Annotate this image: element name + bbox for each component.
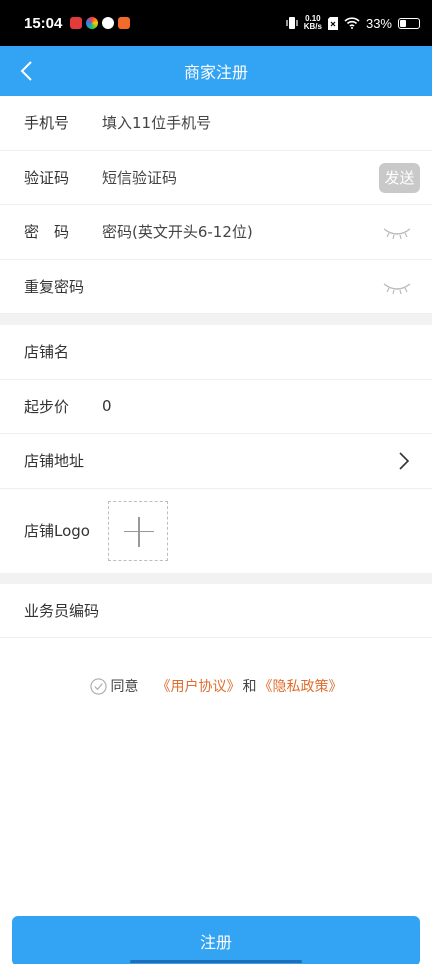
section-divider: [0, 572, 432, 584]
home-indicator: [130, 960, 302, 963]
user-agreement-link[interactable]: 《用户协议》: [157, 676, 241, 696]
wifi-icon: [344, 17, 360, 29]
agree-text: 同意: [110, 679, 139, 695]
shop-address-label: 店铺地址: [24, 452, 85, 471]
chevron-left-icon[interactable]: [18, 60, 38, 82]
start-price-row: 起步价 0: [0, 379, 432, 434]
section-divider: [0, 314, 432, 325]
battery-icon: [398, 17, 420, 29]
app-icon: [70, 17, 83, 29]
network-speed: 0.10 KB/s: [304, 15, 322, 31]
status-bar: 15:04 0.10 KB/s 33%: [0, 0, 432, 46]
vibrate-icon: [286, 17, 298, 29]
battery-percent: 33%: [365, 15, 392, 31]
notification-icons: [70, 17, 131, 29]
app-icon: [118, 17, 131, 29]
salesman-label: 业务员编码: [24, 601, 100, 620]
check-circle-icon[interactable]: [89, 677, 107, 695]
privacy-policy-link[interactable]: 《隐私政策》: [259, 676, 343, 696]
shop-address-row[interactable]: 店铺地址: [0, 434, 432, 489]
phone-row: 手机号 填入11位手机号: [0, 96, 432, 151]
password-label: 密 码: [24, 223, 70, 242]
app-icon: [86, 17, 99, 29]
shop-name-label: 店铺名: [24, 343, 70, 362]
start-price-label: 起步价: [24, 397, 70, 416]
app-icon: [102, 17, 115, 29]
start-price-input[interactable]: 0: [102, 397, 408, 415]
repeat-password-label: 重复密码: [24, 277, 85, 296]
nav-bar: 商家注册: [0, 46, 432, 96]
code-row: 验证码 短信验证码 发送: [0, 150, 432, 205]
page-title: 商家注册: [183, 63, 248, 82]
shop-logo-row: 店铺Logo: [0, 488, 432, 573]
network-speed-unit: KB/s: [303, 22, 322, 31]
send-code-button[interactable]: 发送: [379, 162, 420, 193]
code-input[interactable]: 短信验证码: [102, 167, 408, 188]
code-label: 验证码: [24, 168, 70, 187]
repeat-password-row: 重复密码: [0, 259, 432, 314]
logo-upload-button[interactable]: [108, 500, 168, 561]
battery-fill: [400, 19, 406, 27]
chevron-right-icon: [399, 452, 410, 470]
salesman-row: 业务员编码: [0, 583, 432, 638]
sim-icon: [327, 16, 338, 30]
eye-closed-icon[interactable]: [382, 223, 412, 241]
eye-closed-icon[interactable]: [382, 278, 412, 296]
agreement-row: 同意 《用户协议》 和 《隐私政策》: [0, 676, 432, 696]
phone-label: 手机号: [24, 114, 70, 133]
status-right: 0.10 KB/s 33%: [286, 15, 420, 31]
password-input[interactable]: 密码(英文开头6-12位): [102, 221, 408, 242]
shop-name-row: 店铺名: [0, 325, 432, 380]
shop-logo-label: 店铺Logo: [24, 522, 90, 540]
phone-input[interactable]: 填入11位手机号: [102, 112, 408, 133]
status-time: 15:04: [24, 14, 63, 32]
and-text: 和: [242, 679, 257, 695]
register-button[interactable]: 注册: [12, 916, 420, 964]
password-row: 密 码 密码(英文开头6-12位): [0, 205, 432, 260]
